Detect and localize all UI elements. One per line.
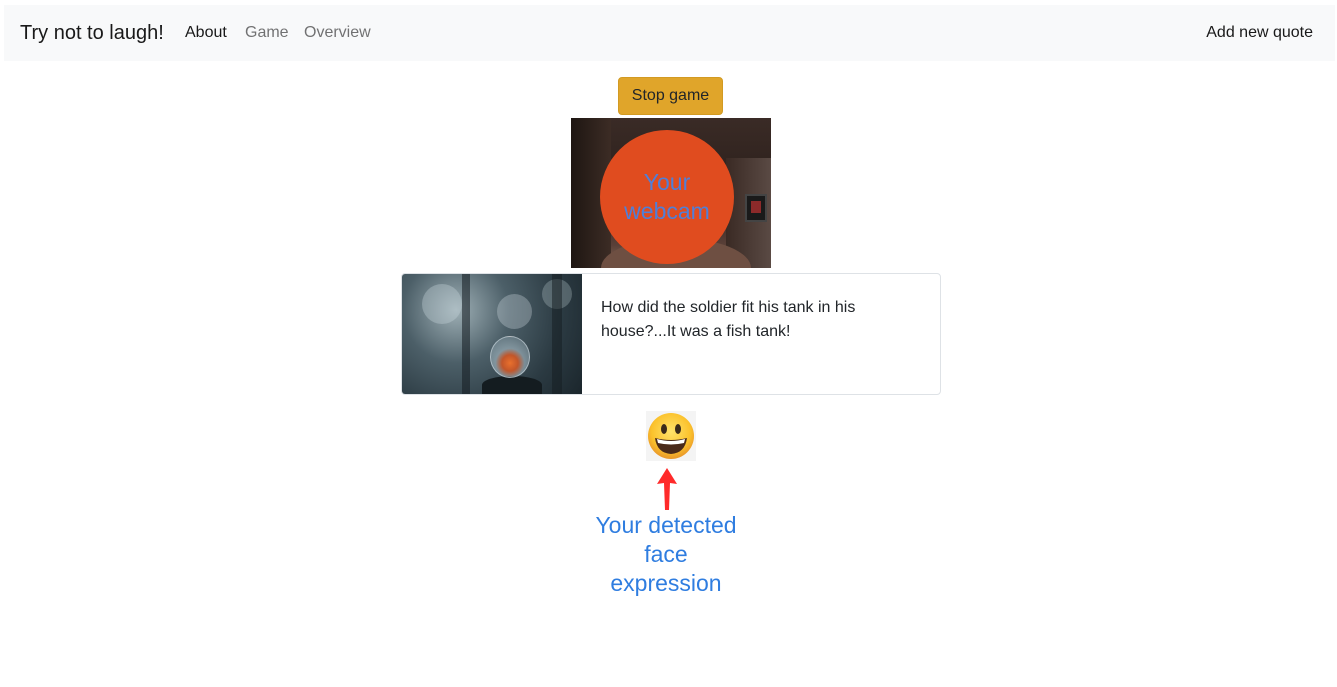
- nav-link-game[interactable]: Game: [245, 24, 289, 42]
- quote-card: How did the soldier fit his tank in his …: [401, 273, 941, 395]
- nav-link-overview[interactable]: Overview: [304, 24, 371, 42]
- webcam-feed: Your webcam: [571, 118, 771, 268]
- stop-game-button[interactable]: Stop game: [618, 77, 723, 115]
- nav-link-about[interactable]: About: [185, 24, 227, 42]
- smiling-face-emoji-icon: [648, 413, 694, 459]
- goldfish-bowl-image: [402, 274, 582, 394]
- face-cover-circle: Your webcam: [600, 130, 734, 264]
- brand-link[interactable]: Try not to laugh!: [20, 22, 164, 45]
- add-new-quote-link[interactable]: Add new quote: [1206, 24, 1313, 42]
- quote-text: How did the soldier fit his tank in his …: [601, 299, 856, 340]
- navbar: Try not to laugh! About Game Overview Ad…: [4, 5, 1335, 61]
- wall-picture: [745, 194, 767, 222]
- expression-annotation: Your detected face expression: [595, 512, 737, 596]
- arrow-up-icon: [657, 468, 677, 510]
- webcam-annotation: Your webcam: [624, 169, 710, 224]
- expression-emoji: [646, 411, 696, 461]
